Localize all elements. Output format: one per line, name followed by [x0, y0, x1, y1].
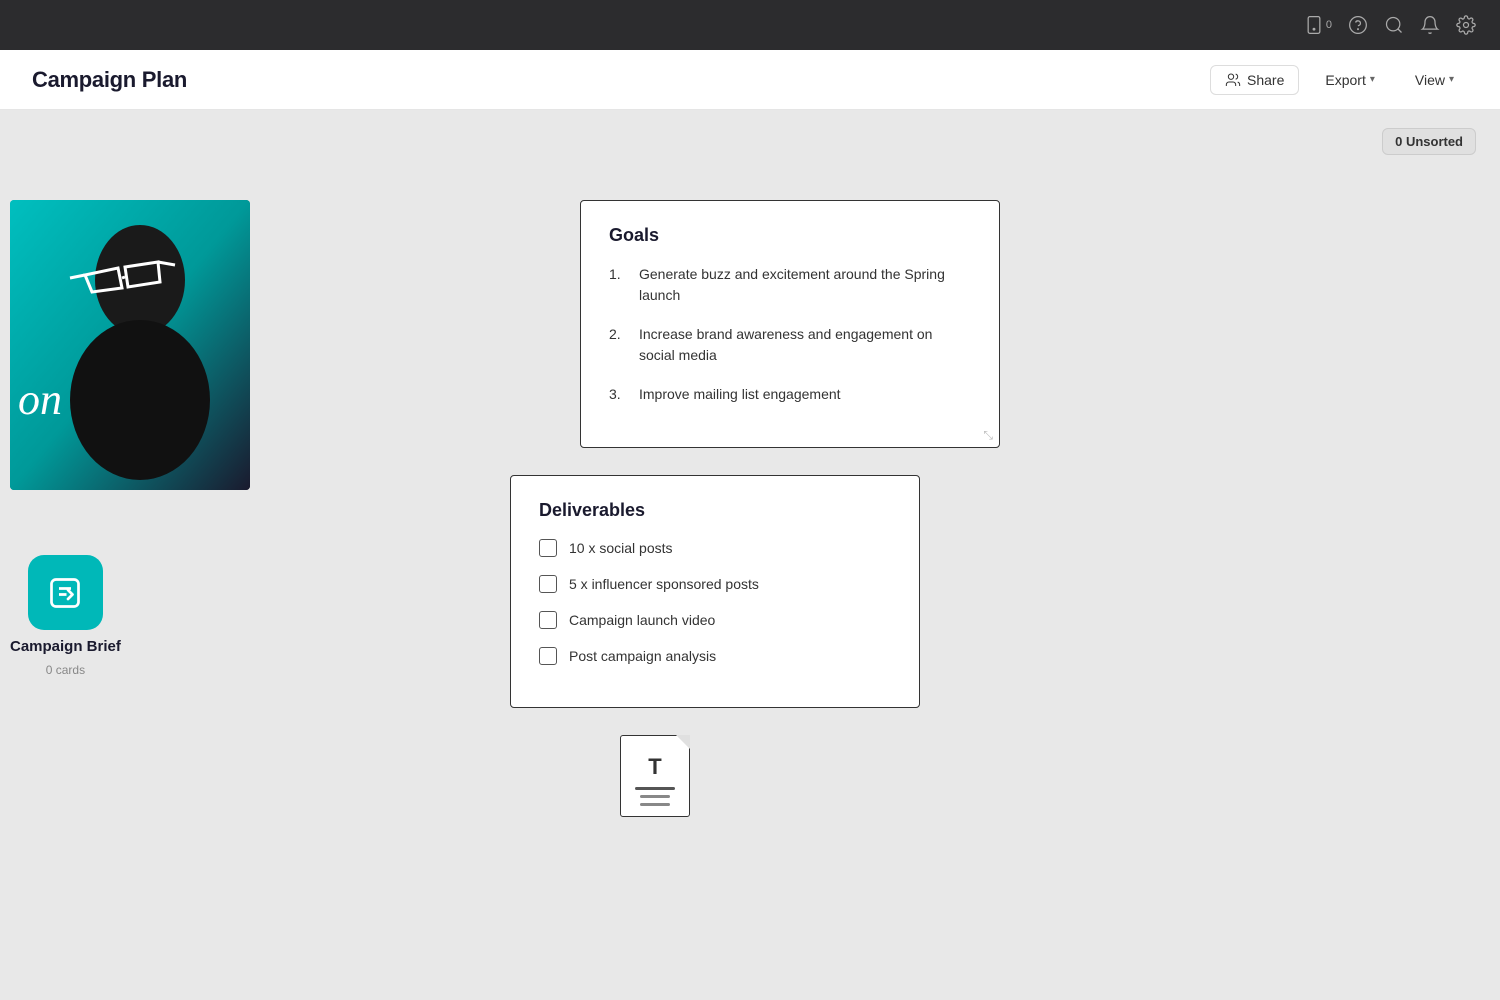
- doc-line-1: [635, 787, 675, 790]
- view-chevron-icon: ▾: [1449, 74, 1454, 85]
- checkbox-1[interactable]: [539, 539, 557, 557]
- goal-text-2: Increase brand awareness and engagement …: [639, 324, 971, 366]
- deliverable-text-4: Post campaign analysis: [569, 648, 716, 664]
- doc-line-2: [640, 795, 670, 798]
- goal-item-1: 1. Generate buzz and excitement around t…: [609, 264, 971, 306]
- deliverable-text-3: Campaign launch video: [569, 612, 715, 628]
- unsorted-label: Unsorted: [1406, 134, 1463, 149]
- page-title: Campaign Plan: [32, 67, 187, 93]
- export-button[interactable]: Export ▾: [1311, 66, 1389, 94]
- deliverable-item-2: 5 x influencer sponsored posts: [539, 575, 891, 593]
- unsorted-count: 0: [1395, 134, 1402, 149]
- settings-icon[interactable]: [1456, 15, 1476, 35]
- goals-list: 1. Generate buzz and excitement around t…: [609, 264, 971, 405]
- goal-item-2: 2. Increase brand awareness and engageme…: [609, 324, 971, 366]
- goals-title: Goals: [609, 225, 971, 246]
- campaign-brief-sublabel: 0 cards: [46, 663, 85, 677]
- deliverable-item-1: 10 x social posts: [539, 539, 891, 557]
- goals-card: Goals 1. Generate buzz and excitement ar…: [580, 200, 1000, 448]
- bell-icon[interactable]: [1420, 15, 1440, 35]
- topbar: 0: [0, 0, 1500, 50]
- goal-item-3: 3. Improve mailing list engagement: [609, 384, 971, 405]
- campaign-brief-widget[interactable]: Campaign Brief 0 cards: [10, 555, 121, 677]
- header-actions: Share Export ▾ View ▾: [1210, 65, 1468, 95]
- export-chevron-icon: ▾: [1370, 74, 1375, 85]
- campaign-brief-label: Campaign Brief: [10, 638, 121, 655]
- tablet-badge: 0: [1326, 19, 1332, 31]
- deliverables-title: Deliverables: [539, 500, 891, 521]
- brief-svg-icon: [47, 575, 83, 611]
- tablet-icon[interactable]: 0: [1304, 15, 1332, 35]
- resize-handle-icon[interactable]: ⤡: [983, 428, 993, 443]
- share-label: Share: [1247, 72, 1284, 88]
- fashion-image-card[interactable]: on: [10, 200, 250, 490]
- doc-line-3: [640, 803, 670, 806]
- checkbox-3[interactable]: [539, 611, 557, 629]
- doc-t-icon: T: [648, 754, 661, 780]
- deliverables-card: Deliverables 10 x social posts 5 x influ…: [510, 475, 920, 708]
- checkbox-4[interactable]: [539, 647, 557, 665]
- campaign-brief-icon[interactable]: [28, 555, 103, 630]
- search-icon[interactable]: [1384, 15, 1404, 35]
- document-icon: T: [620, 735, 690, 817]
- goal-text-1: Generate buzz and excitement around the …: [639, 264, 971, 306]
- header: Campaign Plan Share Export ▾ View ▾: [0, 50, 1500, 110]
- unsorted-badge[interactable]: 0 Unsorted: [1382, 128, 1476, 155]
- deliverable-text-1: 10 x social posts: [569, 540, 673, 556]
- document-widget[interactable]: T: [620, 735, 690, 817]
- checkbox-2[interactable]: [539, 575, 557, 593]
- view-button[interactable]: View ▾: [1401, 66, 1468, 94]
- export-label: Export: [1325, 72, 1365, 88]
- view-label: View: [1415, 72, 1445, 88]
- fashion-image: on: [10, 200, 250, 490]
- share-button[interactable]: Share: [1210, 65, 1299, 95]
- help-icon[interactable]: [1348, 15, 1368, 35]
- deliverable-item-3: Campaign launch video: [539, 611, 891, 629]
- fashion-svg: [10, 200, 250, 490]
- canvas: 0 Unsorted: [0, 110, 1500, 1000]
- goal-text-3: Improve mailing list engagement: [639, 384, 841, 405]
- deliverable-text-2: 5 x influencer sponsored posts: [569, 576, 759, 592]
- fashion-text: on: [18, 374, 62, 425]
- deliverable-item-4: Post campaign analysis: [539, 647, 891, 665]
